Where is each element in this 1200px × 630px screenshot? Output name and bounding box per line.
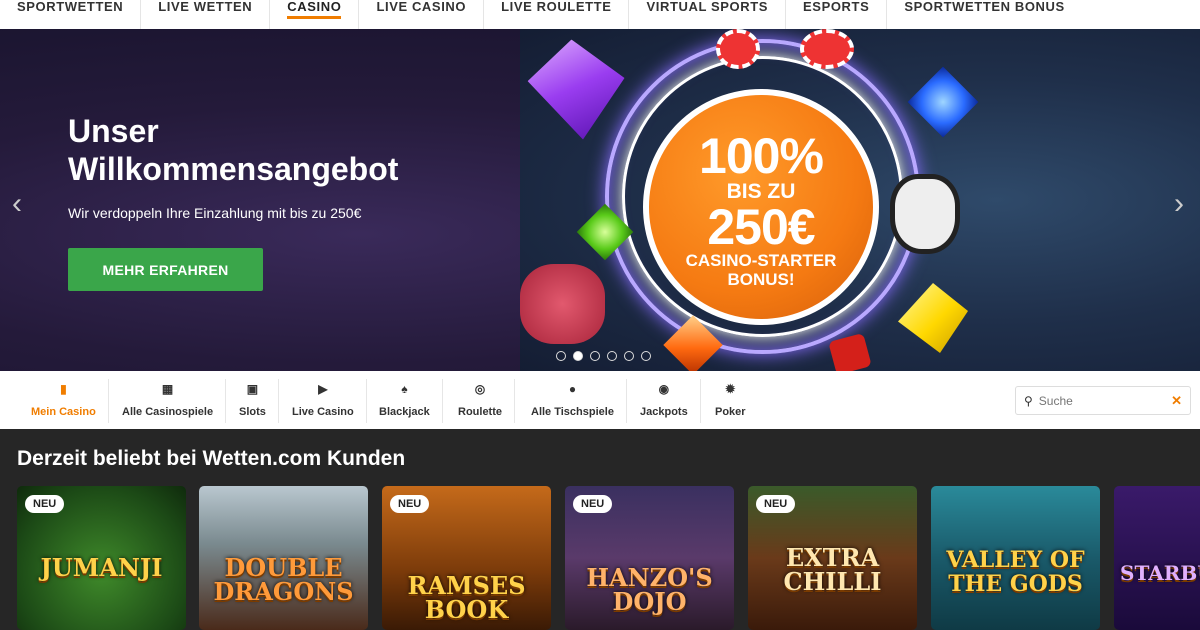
category-blackjack[interactable]: ♠ Blackjack: [367, 379, 443, 423]
category-label: Blackjack: [379, 406, 430, 418]
nav-item-sportwetten[interactable]: SPORTWETTEN: [0, 0, 142, 29]
chevron-left-icon[interactable]: ‹: [12, 189, 22, 219]
category-live-casino[interactable]: ▶ Live Casino: [280, 379, 367, 423]
game-tile-hanzos-dojo[interactable]: HANZO'S DOJO NEU: [565, 486, 734, 630]
carousel-dot[interactable]: [590, 351, 600, 361]
category-label: Alle Casinospiele: [122, 406, 214, 418]
sugar-skull-icon: [890, 174, 960, 254]
game-title: HANZO'S DOJO: [586, 563, 713, 616]
search-input[interactable]: [1038, 393, 1159, 408]
chevron-right-icon[interactable]: ›: [1174, 189, 1184, 219]
category-label: Slots: [239, 406, 266, 418]
carousel-dots: [556, 351, 651, 361]
more-info-button[interactable]: MEHR ERFAHREN: [68, 248, 263, 291]
category-label: Roulette: [458, 406, 502, 418]
game-tile-valley-of-the-gods[interactable]: VALLEY OF THE GODS: [931, 486, 1100, 630]
game-title: VALLEY OF THE GODS: [946, 547, 1085, 597]
search-icon: ⚲: [1024, 393, 1033, 408]
category-label: Jackpots: [640, 406, 688, 418]
bonus-label: CASINO-STARTER: [685, 251, 837, 270]
game-tile-jumanji[interactable]: JUMANJI NEU: [17, 486, 186, 630]
category-bar: ▮ Mein Casino ▦ Alle Casinospiele ▣ Slot…: [0, 371, 1200, 429]
category-label: Poker: [715, 406, 746, 418]
game-title: JUMANJI: [40, 553, 163, 582]
nav-item-live-wetten[interactable]: LIVE WETTEN: [141, 0, 271, 29]
hero-banner[interactable]: 100% BIS ZU 250€ CASINO-STARTER BONUS! U…: [0, 29, 1200, 371]
carousel-dot[interactable]: [607, 351, 617, 361]
nav-item-esports[interactable]: ESPORTS: [786, 0, 888, 29]
game-tile-extra-chilli[interactable]: EXTRA CHILLI NEU: [748, 486, 917, 630]
new-badge: NEU: [25, 495, 65, 513]
category-alle-casinospiele[interactable]: ▦ Alle Casinospiele: [110, 379, 227, 423]
new-badge: NEU: [573, 495, 613, 513]
new-badge: NEU: [390, 495, 430, 513]
nav-item-virtual-sports[interactable]: VIRTUAL SPORTS: [629, 0, 787, 29]
chips-icon: ●: [568, 382, 577, 396]
section-heading: Derzeit beliebt bei Wetten.com Kunden: [17, 447, 406, 470]
category-label: Mein Casino: [31, 406, 96, 418]
casino-chip-icon: [800, 29, 854, 69]
category-alle-tischspiele[interactable]: ● Alle Tischspiele: [519, 379, 627, 423]
category-label: Alle Tischspiele: [531, 406, 614, 418]
category-slots[interactable]: ▣ Slots: [227, 379, 279, 423]
game-tile-ramses-book[interactable]: RAMSES BOOK NEU: [382, 486, 551, 630]
search-box: ⚲ ✕: [1015, 386, 1191, 415]
nav-item-live-casino[interactable]: LIVE CASINO: [359, 0, 485, 29]
grid-icon: ▦: [161, 382, 174, 396]
cards-stack-icon: ▮: [60, 382, 67, 396]
bonus-amount: 250€: [707, 199, 815, 255]
top-navigation: SPORTWETTEN LIVE WETTEN CASINO LIVE CASI…: [0, 0, 1200, 29]
carousel-dot[interactable]: [624, 351, 634, 361]
category-mein-casino[interactable]: ▮ Mein Casino: [19, 379, 109, 423]
poker-chip-icon: ✹: [725, 382, 736, 396]
category-roulette[interactable]: ◎ Roulette: [446, 379, 515, 423]
slot-machine-icon: ▣: [246, 382, 259, 396]
new-badge: NEU: [756, 495, 796, 513]
carousel-dot-active[interactable]: [573, 351, 583, 361]
bonus-percent: 100%: [699, 128, 824, 184]
game-tile-starburst[interactable]: STARBURST: [1114, 486, 1200, 630]
money-bag-icon: ◉: [658, 382, 670, 396]
roulette-wheel-icon: ◎: [474, 382, 486, 396]
casino-chip-icon: [716, 29, 760, 69]
nav-item-sportwetten-bonus[interactable]: SPORTWETTEN BONUS: [887, 0, 1081, 29]
bonus-label-2: BONUS!: [727, 270, 795, 289]
carousel-dot[interactable]: [641, 351, 651, 361]
game-title: STARBURST: [1120, 561, 1200, 585]
category-jackpots[interactable]: ◉ Jackpots: [628, 379, 701, 423]
nav-item-live-roulette[interactable]: LIVE ROULETTE: [484, 0, 630, 29]
game-tile-double-dragons[interactable]: DOUBLE DRAGONS: [199, 486, 368, 630]
popular-games-section: Derzeit beliebt bei Wetten.com Kunden JU…: [0, 429, 1200, 630]
category-poker[interactable]: ✹ Poker: [703, 379, 758, 423]
game-title: RAMSES BOOK: [407, 571, 526, 624]
carousel-dot[interactable]: [556, 351, 566, 361]
bonus-badge: 100% BIS ZU 250€ CASINO-STARTER BONUS!: [643, 89, 879, 325]
category-label: Live Casino: [292, 406, 354, 418]
bull-mascot-icon: [520, 264, 605, 344]
hero-subtitle: Wir verdoppeln Ihre Einzahlung mit bis z…: [68, 205, 362, 221]
close-icon[interactable]: ✕: [1171, 393, 1182, 409]
video-camera-icon: ▶: [318, 382, 328, 396]
game-title: DOUBLE DRAGONS: [213, 553, 354, 606]
hero-title: Unser Willkommensangebot: [68, 113, 399, 187]
nav-item-casino[interactable]: CASINO: [270, 0, 360, 29]
game-title: EXTRA CHILLI: [783, 543, 882, 596]
playing-card-icon: ♠: [401, 382, 408, 396]
